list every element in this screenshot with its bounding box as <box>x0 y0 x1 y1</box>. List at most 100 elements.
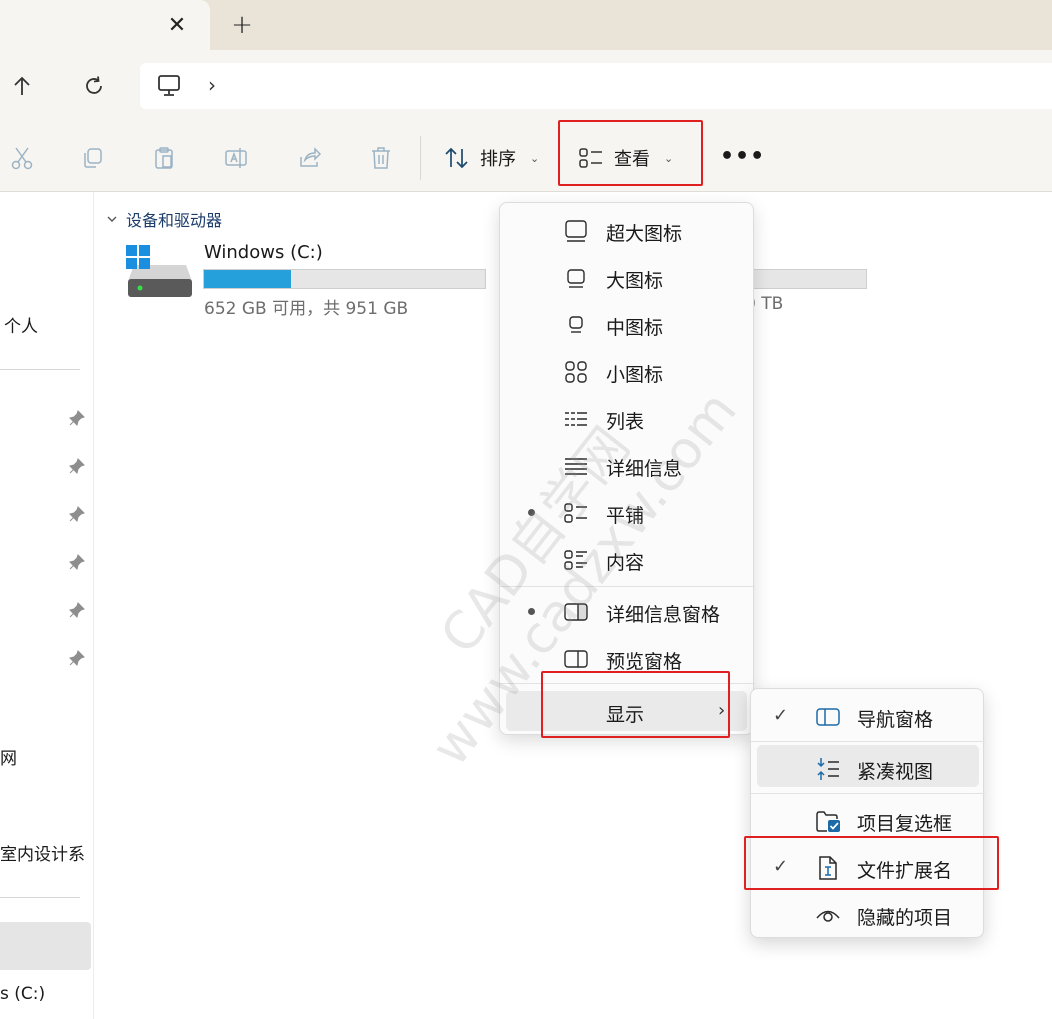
submenu-item-compact-view[interactable]: 紧凑视图 <box>751 745 985 791</box>
sidebar-item-interior[interactable]: 室内设计系 <box>0 840 85 865</box>
submenu-item-file-extension[interactable]: ✓ 文件扩展名 <box>751 844 985 890</box>
preview-pane-icon <box>564 647 588 671</box>
menu-divider <box>500 683 755 684</box>
pin-icon[interactable] <box>68 553 86 571</box>
list-icon <box>564 407 588 431</box>
paste-icon[interactable] <box>150 144 178 172</box>
up-arrow-icon[interactable] <box>4 68 40 104</box>
menu-item-label: 平铺 <box>606 505 645 527</box>
chevron-down-icon: ⌄ <box>664 151 674 165</box>
close-icon[interactable]: ✕ <box>160 8 194 42</box>
submenu-item-label: 导航窗格 <box>857 709 934 731</box>
large-icons-icon <box>564 266 588 290</box>
menu-divider <box>751 741 985 742</box>
breadcrumb-chevron-icon[interactable]: › <box>208 73 216 97</box>
drive-usage-bar <box>203 269 486 289</box>
tiles-icon <box>564 501 588 525</box>
navigation-pane: 个人 网 室内设计系 s (C:) <box>0 192 94 1019</box>
menu-item-show[interactable]: 显示 › <box>500 688 755 735</box>
details-pane-icon <box>564 600 588 624</box>
this-pc-icon[interactable] <box>156 73 182 103</box>
pin-icon[interactable] <box>68 505 86 523</box>
cut-icon[interactable] <box>8 144 36 172</box>
address-row: › <box>0 50 1052 122</box>
sort-button[interactable]: 排序 ⌄ <box>444 144 539 172</box>
menu-item-details[interactable]: 详细信息 <box>500 442 755 489</box>
menu-item-label: 内容 <box>606 552 645 574</box>
view-menu: 超大图标 大图标 中图标 小图标 列表 详细信息 平铺 内容 详细信息窗格 预览… <box>499 202 755 735</box>
sort-icon <box>445 147 468 169</box>
sidebar-item-drive-c[interactable]: s (C:) <box>0 984 45 1004</box>
submenu-item-label: 项目复选框 <box>857 813 953 835</box>
pin-icon[interactable] <box>68 601 86 619</box>
group-title: 设备和驱动器 <box>126 211 223 230</box>
share-icon[interactable] <box>296 144 324 172</box>
drive-usage-bar <box>750 269 867 289</box>
submenu-item-item-checkbox[interactable]: 项目复选框 <box>751 797 985 843</box>
sidebar-item-this-pc[interactable] <box>0 922 91 970</box>
plus-icon[interactable]: + <box>225 8 259 42</box>
menu-item-list[interactable]: 列表 <box>500 395 755 442</box>
drive-space-info: 652 GB 可用，共 951 GB <box>204 299 409 319</box>
menu-item-large-icons[interactable]: 大图标 <box>500 254 755 301</box>
menu-item-label: 超大图标 <box>606 223 683 245</box>
sidebar-item-network[interactable]: 网 <box>0 744 17 769</box>
menu-item-content[interactable]: 内容 <box>500 536 755 583</box>
submenu-item-hidden-items[interactable]: 隐藏的项目 <box>751 891 985 937</box>
chevron-right-icon: › <box>718 700 726 721</box>
menu-item-label: 小图标 <box>606 364 664 386</box>
submenu-item-navigation-pane[interactable]: ✓ 导航窗格 <box>751 693 985 739</box>
drive-name[interactable]: Windows (C:) <box>204 242 323 263</box>
menu-divider <box>751 793 985 794</box>
show-submenu: ✓ 导航窗格 紧凑视图 项目复选框 ✓ 文件扩展名 隐藏的项目 <box>750 688 985 938</box>
submenu-item-label: 文件扩展名 <box>857 860 953 882</box>
sidebar-divider <box>0 369 80 370</box>
check-icon: ✓ <box>773 856 789 877</box>
extra-large-icons-icon <box>564 219 588 243</box>
menu-item-label: 显示 <box>606 704 645 726</box>
more-options-button[interactable]: ••• <box>720 144 765 172</box>
pin-icon[interactable] <box>68 457 86 475</box>
windows-drive-icon[interactable] <box>124 243 194 303</box>
refresh-icon[interactable] <box>76 68 112 104</box>
rename-icon[interactable] <box>222 144 250 172</box>
delete-icon[interactable] <box>367 144 395 172</box>
view-label: 查看 <box>614 149 650 170</box>
pin-icon[interactable] <box>68 409 86 427</box>
address-bar[interactable]: › <box>140 63 1052 109</box>
menu-item-tiles[interactable]: 平铺 <box>500 489 755 536</box>
copy-icon[interactable] <box>78 144 106 172</box>
menu-divider <box>500 586 755 587</box>
sidebar-item-personal[interactable]: 个人 <box>4 312 38 337</box>
menu-item-extra-large-icons[interactable]: 超大图标 <box>500 207 755 254</box>
toolbar-separator <box>420 136 421 180</box>
submenu-item-label: 紧凑视图 <box>857 761 934 783</box>
small-icons-icon <box>564 360 588 384</box>
selected-bullet-icon <box>528 509 535 516</box>
menu-item-preview-pane[interactable]: 预览窗格 <box>500 635 755 682</box>
tab-strip: ✕ + <box>0 0 1052 50</box>
menu-item-label: 中图标 <box>606 317 664 339</box>
submenu-item-label: 隐藏的项目 <box>857 907 953 929</box>
menu-item-label: 列表 <box>606 411 645 433</box>
navigation-pane-icon <box>815 704 841 730</box>
menu-item-details-pane[interactable]: 详细信息窗格 <box>500 588 755 635</box>
pin-icon[interactable] <box>68 649 86 667</box>
menu-item-label: 大图标 <box>606 270 664 292</box>
medium-icons-icon <box>564 313 588 337</box>
compact-view-icon <box>815 756 841 782</box>
menu-item-label: 详细信息窗格 <box>606 604 721 626</box>
details-icon <box>564 454 588 478</box>
menu-item-small-icons[interactable]: 小图标 <box>500 348 755 395</box>
check-icon: ✓ <box>773 705 789 726</box>
menu-item-label: 详细信息 <box>606 458 683 480</box>
browser-tab[interactable]: ✕ <box>0 0 210 50</box>
menu-item-medium-icons[interactable]: 中图标 <box>500 301 755 348</box>
selected-bullet-icon <box>528 608 535 615</box>
group-header[interactable]: 设备和驱动器 <box>106 207 222 231</box>
chevron-down-icon: ⌄ <box>530 151 540 165</box>
content-icon <box>564 548 588 572</box>
view-button[interactable]: 查看 ⌄ <box>578 144 673 172</box>
sort-label: 排序 <box>480 149 516 170</box>
view-icon <box>579 148 602 168</box>
